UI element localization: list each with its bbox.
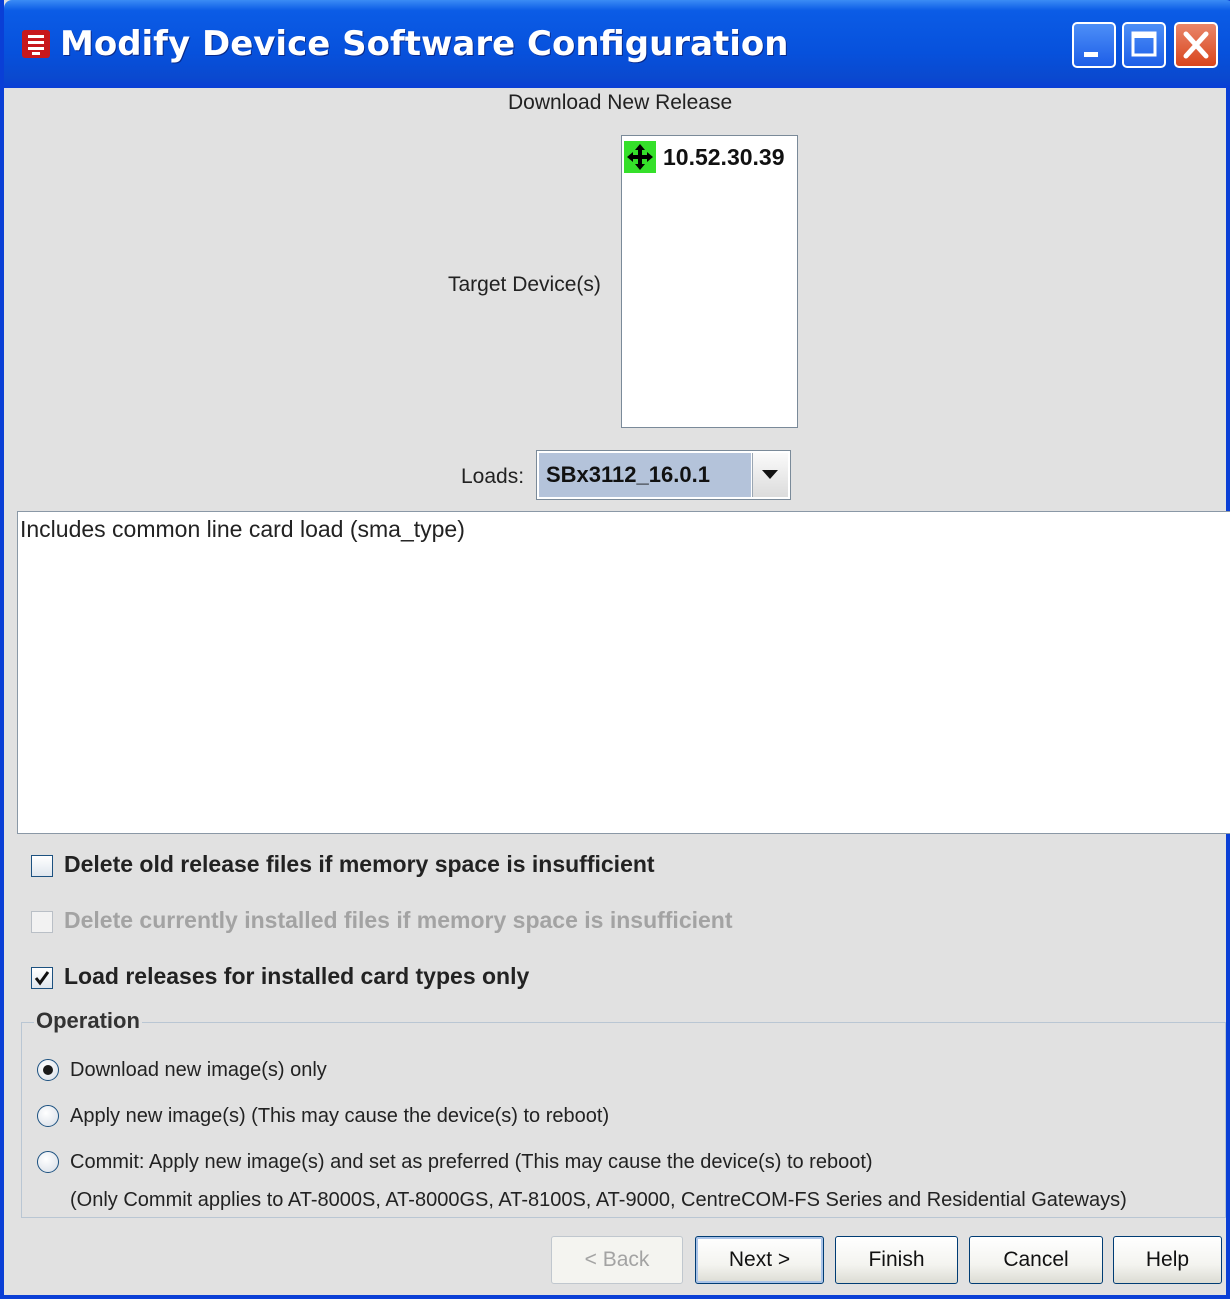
minimize-button[interactable] [1072,22,1116,68]
installed-only-checkbox[interactable] [31,967,53,989]
finish-button[interactable]: Finish [835,1236,958,1284]
delete-old-label[interactable]: Delete old release files if memory space… [64,851,655,878]
release-description[interactable]: Includes common line card load (sma_type… [17,511,1230,834]
maximize-icon [1131,31,1157,57]
checkmark-icon [34,971,50,986]
radio-apply-label[interactable]: Apply new image(s) (This may cause the d… [70,1105,609,1128]
device-move-icon [624,141,656,173]
help-button[interactable]: Help [1113,1236,1222,1284]
maximize-button[interactable] [1122,22,1166,68]
dropdown-button[interactable] [752,453,788,497]
back-button: < Back [551,1236,683,1284]
radio-commit[interactable] [37,1151,59,1173]
radio-download-only-label[interactable]: Download new image(s) only [70,1059,327,1082]
target-devices-list[interactable]: 10.52.30.39 [621,135,798,428]
loads-dropdown[interactable]: SBx3112_16.0.1 [536,450,791,500]
close-icon [1183,31,1209,59]
title-bar[interactable]: Modify Device Software Configuration [4,0,1230,88]
window-title: Modify Device Software Configuration [60,24,789,64]
app-icon [22,30,50,58]
device-name: 10.52.30.39 [663,143,785,170]
installed-only-label[interactable]: Load releases for installed card types o… [64,963,529,990]
delete-current-label: Delete currently installed files if memo… [64,907,733,933]
next-button[interactable]: Next > [695,1236,824,1284]
radio-download-only[interactable] [37,1059,59,1081]
radio-selected-dot [43,1065,53,1075]
list-item[interactable]: 10.52.30.39 [624,141,785,173]
loads-selected-value: SBx3112_16.0.1 [539,453,751,497]
radio-commit-label[interactable]: Commit: Apply new image(s) and set as pr… [70,1151,873,1174]
chevron-down-icon [762,470,778,479]
dialog-window: Modify Device Software Configuration Dow… [0,0,1230,1299]
cancel-button[interactable]: Cancel [969,1236,1103,1284]
commit-note: (Only Commit applies to AT-8000S, AT-800… [70,1189,1127,1211]
section-title: Download New Release [508,91,733,114]
target-devices-label: Target Device(s) [448,273,601,296]
delete-old-checkbox[interactable] [31,855,53,877]
delete-current-checkbox [31,911,53,933]
dialog-content: Download New Release Target Device(s) 10… [4,88,1230,1295]
close-button[interactable] [1174,22,1218,68]
loads-label: Loads: [461,465,525,488]
radio-apply[interactable] [37,1105,59,1127]
operation-title: Operation [34,1008,142,1034]
minimize-icon [1084,52,1098,57]
